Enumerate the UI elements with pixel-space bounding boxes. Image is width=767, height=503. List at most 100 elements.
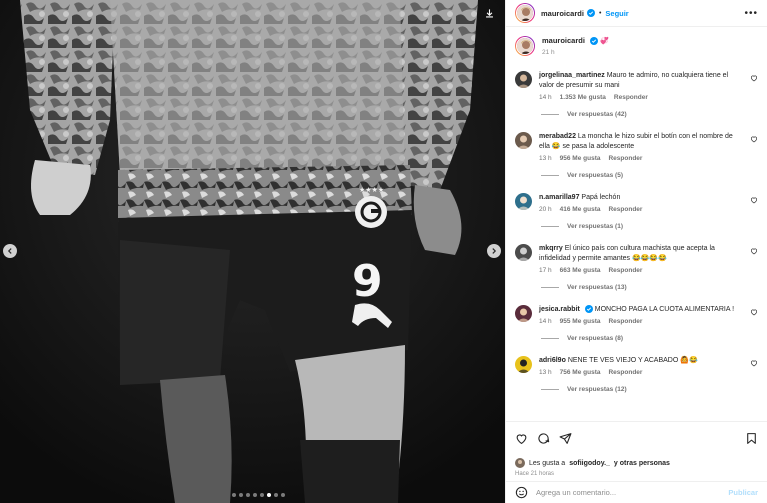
comment-time: 13 h xyxy=(539,155,552,163)
comment-heart-icon[interactable] xyxy=(750,135,758,143)
caption-time: 21 h xyxy=(542,49,555,57)
carousel-indicator xyxy=(232,493,285,497)
comment-username[interactable]: jorgelinaa_martinez xyxy=(539,72,605,79)
comment-text: MONCHO PAGA LA CUOTA ALIMENTARIA ! xyxy=(594,306,735,314)
comment-item: mkqrry El único país con cultura machist… xyxy=(515,244,758,291)
view-replies-button[interactable]: Ver respuestas (5) xyxy=(541,172,758,179)
follow-button[interactable]: Seguir xyxy=(605,9,628,18)
comment-likes[interactable]: 955 Me gusta xyxy=(560,318,601,325)
post-side-panel: mauroicardi • Seguir ••• mauroicardi 💞 2… xyxy=(505,0,767,503)
post-caption: mauroicardi 💞 21 h xyxy=(515,36,758,56)
more-options-icon[interactable]: ••• xyxy=(744,8,758,19)
comment-heart-icon[interactable] xyxy=(750,359,758,367)
reply-button[interactable]: Responder xyxy=(608,206,642,213)
comment-username[interactable]: adri6l9o xyxy=(539,357,566,364)
post-actions: Les gusta a sofiigodoy._ y otras persona… xyxy=(506,421,767,477)
reply-button[interactable]: Responder xyxy=(608,369,642,376)
carousel-dot xyxy=(260,493,264,497)
comment-item: n.amarilla97 Papá lechón 20 h 416 Me gus… xyxy=(515,193,758,230)
carousel-dot xyxy=(267,493,271,497)
add-comment-bar: Publicar xyxy=(506,481,767,503)
view-replies-button[interactable]: Ver respuestas (12) xyxy=(541,386,758,393)
view-replies-label: Ver respuestas (12) xyxy=(567,386,627,394)
comment-input[interactable] xyxy=(536,488,721,497)
header-separator: • xyxy=(598,9,602,17)
likes-suffix[interactable]: y otras personas xyxy=(614,460,670,467)
commenter-avatar[interactable] xyxy=(515,305,532,323)
comment-heart-icon[interactable] xyxy=(750,196,758,204)
chevron-left-icon[interactable] xyxy=(3,244,17,258)
comment-text: El único país con cultura machista que a… xyxy=(539,245,715,263)
carousel-dot xyxy=(253,493,257,497)
reply-button[interactable]: Responder xyxy=(608,318,642,325)
comment-item: merabad22 La moncha le hizo subir el bot… xyxy=(515,132,758,179)
comment-username[interactable]: mkqrry xyxy=(539,245,563,252)
view-replies-label: Ver respuestas (42) xyxy=(567,111,627,119)
comment-likes[interactable]: 663 Me gusta xyxy=(560,267,601,274)
bookmark-icon[interactable] xyxy=(745,432,758,445)
author-username[interactable]: mauroicardi xyxy=(541,9,584,18)
reply-button[interactable]: Responder xyxy=(608,267,642,274)
commenter-avatar[interactable] xyxy=(515,244,532,262)
comment-time: 13 h xyxy=(539,369,552,377)
carousel-dot xyxy=(232,493,236,497)
comment-heart-icon[interactable] xyxy=(750,247,758,255)
caption-username[interactable]: mauroicardi xyxy=(542,36,585,45)
carousel-dot xyxy=(274,493,278,497)
carousel-dot xyxy=(246,493,250,497)
commenter-avatar[interactable] xyxy=(515,356,532,374)
comment-item: adri6l9o NENE TE VES VIEJO Y ACABADO 🙆😂 … xyxy=(515,356,758,393)
comment-likes[interactable]: 756 Me gusta xyxy=(560,369,601,376)
comment-heart-icon[interactable] xyxy=(750,308,758,316)
comment-item: jesica.rabbit MONCHO PAGA LA CUOTA ALIME… xyxy=(515,305,758,342)
comment-likes[interactable]: 956 Me gusta xyxy=(560,155,601,162)
caption-text: 💞 xyxy=(600,38,609,45)
chevron-right-icon[interactable] xyxy=(487,244,501,258)
comment-text: NENE TE VES VIEJO Y ACABADO 🙆😂 xyxy=(567,357,698,365)
liker-username[interactable]: sofiigodoy._ xyxy=(569,460,610,467)
author-avatar[interactable] xyxy=(515,3,535,23)
comment-item: jorgelinaa_martinez Mauro te admiro, no … xyxy=(515,71,758,118)
comment-time: 20 h xyxy=(539,206,552,214)
verified-badge-icon xyxy=(584,305,593,314)
comment-time: 14 h xyxy=(539,318,552,326)
commenter-avatar[interactable] xyxy=(515,132,532,150)
verified-badge-icon xyxy=(590,37,599,46)
view-replies-button[interactable]: Ver respuestas (42) xyxy=(541,111,758,118)
view-replies-label: Ver respuestas (8) xyxy=(567,335,624,343)
commenter-avatar[interactable] xyxy=(515,71,532,89)
reply-button[interactable]: Responder xyxy=(608,155,642,162)
reply-button[interactable]: Responder xyxy=(614,94,648,101)
liker-avatar[interactable] xyxy=(515,458,525,468)
likes-summary: Les gusta a sofiigodoy._ y otras persona… xyxy=(515,458,758,468)
comment-likes[interactable]: 1.353 Me gusta xyxy=(560,94,606,101)
heart-icon[interactable] xyxy=(515,432,528,445)
publish-button[interactable]: Publicar xyxy=(728,488,758,497)
comment-likes[interactable]: 416 Me gusta xyxy=(560,206,601,213)
comment-username[interactable]: merabad22 xyxy=(539,133,576,140)
comment-username[interactable]: n.amarilla97 xyxy=(539,194,579,201)
emoji-icon[interactable] xyxy=(515,486,528,499)
view-replies-button[interactable]: Ver respuestas (8) xyxy=(541,335,758,342)
comment-username[interactable]: jesica.rabbit xyxy=(539,306,580,313)
carousel-dot xyxy=(239,493,243,497)
comments-list[interactable]: mauroicardi 💞 21 h jorgelinaa_martinez M… xyxy=(506,28,767,420)
comment-time: 17 h xyxy=(539,267,552,275)
view-replies-label: Ver respuestas (1) xyxy=(567,223,624,231)
commenter-avatar[interactable] xyxy=(515,193,532,211)
post-media: ★★★★ 9 xyxy=(0,0,505,503)
comment-time: 14 h xyxy=(539,94,552,102)
post-timestamp: Hace 21 horas xyxy=(515,471,555,477)
post-photo: ★★★★ 9 xyxy=(0,0,505,503)
comment-heart-icon[interactable] xyxy=(750,74,758,82)
view-replies-label: Ver respuestas (5) xyxy=(567,172,624,180)
view-replies-button[interactable]: Ver respuestas (1) xyxy=(541,223,758,230)
caption-avatar[interactable] xyxy=(515,36,535,56)
comment-text: Papá lechón xyxy=(581,194,621,202)
view-replies-button[interactable]: Ver respuestas (13) xyxy=(541,284,758,291)
comment-icon[interactable] xyxy=(537,432,550,445)
download-icon[interactable] xyxy=(482,6,496,20)
jersey-number: 9 xyxy=(352,256,383,307)
likes-prefix: Les gusta a xyxy=(529,459,566,467)
send-icon[interactable] xyxy=(559,432,572,445)
